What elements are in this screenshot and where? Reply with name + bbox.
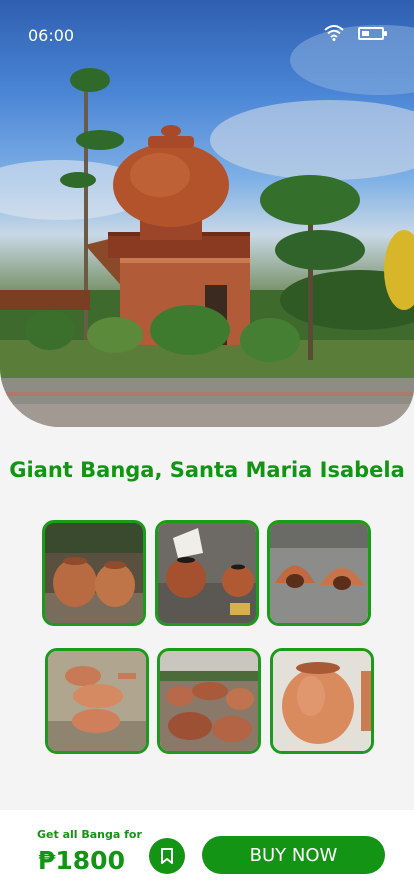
status-time: 06:00 [28, 26, 75, 45]
bookmark-button[interactable] [149, 838, 185, 874]
purchase-bar: Get all Banga for ₱1800 BUY NOW [0, 810, 414, 896]
bookmark-icon [161, 848, 173, 864]
buy-now-button[interactable]: BUY NOW [202, 836, 385, 874]
price-value: ₱1800 [38, 846, 125, 875]
gallery-thumb-two-bangas[interactable] [42, 520, 146, 626]
page-title: Giant Banga, Santa Maria Isabela [9, 458, 405, 482]
gallery-thumb-pottery-pile[interactable] [157, 648, 261, 754]
gallery-thumb-large-jar[interactable] [270, 648, 374, 754]
status-bar: 06:00 [0, 0, 414, 68]
gallery-thumb-clay-stoves[interactable] [267, 520, 371, 626]
gallery-thumb-clay-pots-row[interactable] [45, 648, 149, 754]
wifi-icon [324, 25, 344, 41]
price-caption: Get all Banga for [37, 828, 142, 841]
gallery-thumb-painted-jars[interactable] [155, 520, 259, 626]
battery-icon [358, 27, 387, 40]
